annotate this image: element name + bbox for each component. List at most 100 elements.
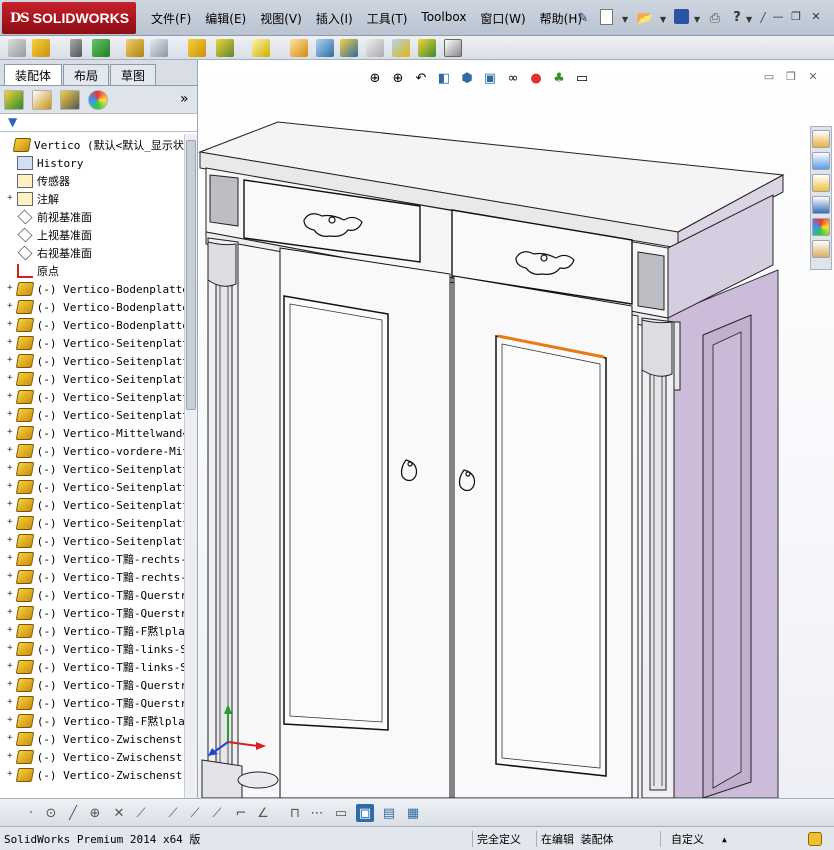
expand-toggle-icon[interactable]: +	[5, 374, 15, 384]
corner-icon[interactable]: ⌐	[232, 804, 250, 822]
tree-node[interactable]: + (-) Vertico-Seitenplatt	[0, 496, 184, 514]
pin-icon[interactable]: ✎	[574, 9, 592, 27]
expand-toggle-icon[interactable]: +	[5, 518, 15, 528]
tree-node[interactable]: History	[0, 154, 184, 172]
graphics-area[interactable]: ⊕ ⊕ ↶ ◧ ⬢ ▣ ∞ ● ♣ ▭ ▭ ❐ ✕	[198, 60, 834, 798]
mate-icon[interactable]	[32, 39, 50, 57]
expand-toggle-icon[interactable]: +	[5, 194, 15, 204]
expand-toggle-icon[interactable]: +	[5, 572, 15, 582]
expand-toggle-icon[interactable]: +	[5, 554, 15, 564]
expand-toggle-icon[interactable]: +	[5, 698, 15, 708]
menu-window[interactable]: 窗口(W)	[473, 8, 532, 29]
expand-toggle-icon[interactable]: +	[5, 500, 15, 510]
tag-icon[interactable]	[808, 832, 822, 846]
offset-icon[interactable]: ⟋	[186, 804, 204, 822]
expand-toggle-icon[interactable]: +	[5, 482, 15, 492]
filter-icon[interactable]: ▼	[8, 115, 17, 129]
expand-toggle-icon[interactable]: +	[5, 680, 15, 690]
tree-node[interactable]: + (-) Vertico-Seitenplatt	[0, 460, 184, 478]
tree-node[interactable]: + (-) Vertico-T黯-rechts-	[0, 568, 184, 586]
new-dropdown-icon[interactable]: ▼	[622, 15, 628, 24]
tree-node[interactable]: + (-) Vertico-T黯-F黙lpla	[0, 622, 184, 640]
tree-node[interactable]: + (-) Vertico-T黯-Querstr	[0, 586, 184, 604]
smart-fasteners-icon[interactable]	[92, 39, 110, 57]
tree-node[interactable]: + (-) Vertico-Mittelwand<	[0, 424, 184, 442]
reference-geometry-icon[interactable]	[216, 39, 234, 57]
expand-toggle-icon[interactable]: +	[5, 284, 15, 294]
insert-component-icon[interactable]	[8, 39, 26, 57]
shaded-view-icon[interactable]: ▣	[356, 804, 374, 822]
expand-toggle-icon[interactable]: +	[5, 536, 15, 546]
tree-node[interactable]: + (-) Vertico-T黯-F黙lpla	[0, 712, 184, 730]
solidworks-logo[interactable]: DS SOLIDWORKS	[2, 2, 136, 34]
design-library-icon[interactable]	[812, 152, 830, 170]
sketch-relation-icon[interactable]: ⟋	[132, 804, 150, 822]
open-folder-icon[interactable]: 📂	[636, 9, 654, 27]
tree-node[interactable]: 右视基准面	[0, 244, 184, 262]
cabinet-model[interactable]	[198, 60, 834, 798]
appearances-scenes-icon[interactable]	[812, 218, 830, 236]
tree-node[interactable]: + (-) Vertico-Seitenplatt	[0, 406, 184, 424]
open-dropdown-icon[interactable]: ▼	[660, 15, 666, 24]
expand-toggle-icon[interactable]: +	[5, 428, 15, 438]
configuration-manager-tab-icon[interactable]	[60, 90, 80, 110]
save-dropdown-icon[interactable]: ▼	[694, 15, 700, 24]
mirror-icon[interactable]: ⟋	[164, 804, 182, 822]
expand-toggle-icon[interactable]: +	[5, 590, 15, 600]
dimension-icon[interactable]: ⊓	[286, 804, 304, 822]
polygon-icon[interactable]: ⊕	[86, 804, 104, 822]
units-arrow-icon[interactable]: ▲	[722, 831, 727, 847]
center-point-icon[interactable]: ⊙	[42, 804, 60, 822]
expand-toggle-icon[interactable]: +	[5, 644, 15, 654]
expand-toggle-icon[interactable]: +	[5, 410, 15, 420]
line-icon[interactable]: ╱	[64, 804, 82, 822]
expand-toggle-icon[interactable]: +	[5, 464, 15, 474]
minimize-icon[interactable]: —	[770, 9, 786, 23]
trim-icon[interactable]: ✕	[110, 804, 128, 822]
tree-node[interactable]: 前视基准面	[0, 208, 184, 226]
print-icon[interactable]: ⎙	[706, 9, 724, 27]
expand-toggle-icon[interactable]: +	[5, 626, 15, 636]
move-component-icon[interactable]	[126, 39, 144, 57]
view-palette-icon[interactable]	[812, 196, 830, 214]
tree-node[interactable]: + (-) Vertico-T黯-links-S	[0, 658, 184, 676]
close-icon[interactable]: ✕	[808, 9, 824, 23]
tree-node[interactable]: + (-) Vertico-Bodenplatte	[0, 298, 184, 316]
menu-insert[interactable]: 插入(I)	[309, 8, 360, 29]
file-explorer-icon[interactable]	[812, 174, 830, 192]
tree-node[interactable]: + (-) Vertico-vordere-Mit	[0, 442, 184, 460]
show-hidden-icon[interactable]	[150, 39, 168, 57]
expand-toggle-icon[interactable]: +	[5, 716, 15, 726]
tree-node[interactable]: + (-) Vertico-Seitenplatt	[0, 370, 184, 388]
interference-detection-icon[interactable]	[366, 39, 384, 57]
tab-layout[interactable]: 布局	[63, 64, 110, 85]
tree-node[interactable]: + (-) Vertico-Seitenplatt	[0, 514, 184, 532]
restore-icon[interactable]: ❐	[788, 9, 804, 23]
section-icon[interactable]: ▭	[332, 804, 350, 822]
wireframe-view-icon[interactable]: ▤	[380, 804, 398, 822]
measure-icon[interactable]: ⋯	[308, 804, 326, 822]
point-icon[interactable]: ·	[22, 804, 40, 822]
tree-node[interactable]: + (-) Vertico-Seitenplatt	[0, 388, 184, 406]
tree-node[interactable]: + (-) Vertico-T黯-Querstr	[0, 604, 184, 622]
expand-toggle-icon[interactable]: +	[5, 320, 15, 330]
tree-node[interactable]: + (-) Vertico-Seitenplatt	[0, 532, 184, 550]
instant3d-icon[interactable]	[444, 39, 462, 57]
save-icon[interactable]	[674, 9, 689, 24]
tree-node[interactable]: 上视基准面	[0, 226, 184, 244]
menu-view[interactable]: 视图(V)	[253, 8, 309, 29]
tree-node[interactable]: + (-) Vertico-Zwischenstr	[0, 730, 184, 748]
tab-sketch[interactable]: 草图	[110, 64, 157, 85]
tree-scroll-thumb[interactable]	[186, 140, 196, 410]
expand-toggle-icon[interactable]: +	[5, 734, 15, 744]
feature-manager-tab-icon[interactable]	[4, 90, 24, 110]
hidden-lines-icon[interactable]: ▦	[404, 804, 422, 822]
tree-node[interactable]: 传感器	[0, 172, 184, 190]
convert-entities-icon[interactable]: ⟋	[208, 804, 226, 822]
menu-file[interactable]: 文件(F)	[144, 8, 198, 29]
tree-node[interactable]: + (-) Vertico-T黯-rechts-	[0, 550, 184, 568]
new-motion-study-icon[interactable]	[252, 39, 270, 57]
tree-scrollbar[interactable]	[184, 134, 197, 798]
tree-node[interactable]: + (-) Vertico-T黯-links-S	[0, 640, 184, 658]
expand-toggle-icon[interactable]: +	[5, 392, 15, 402]
